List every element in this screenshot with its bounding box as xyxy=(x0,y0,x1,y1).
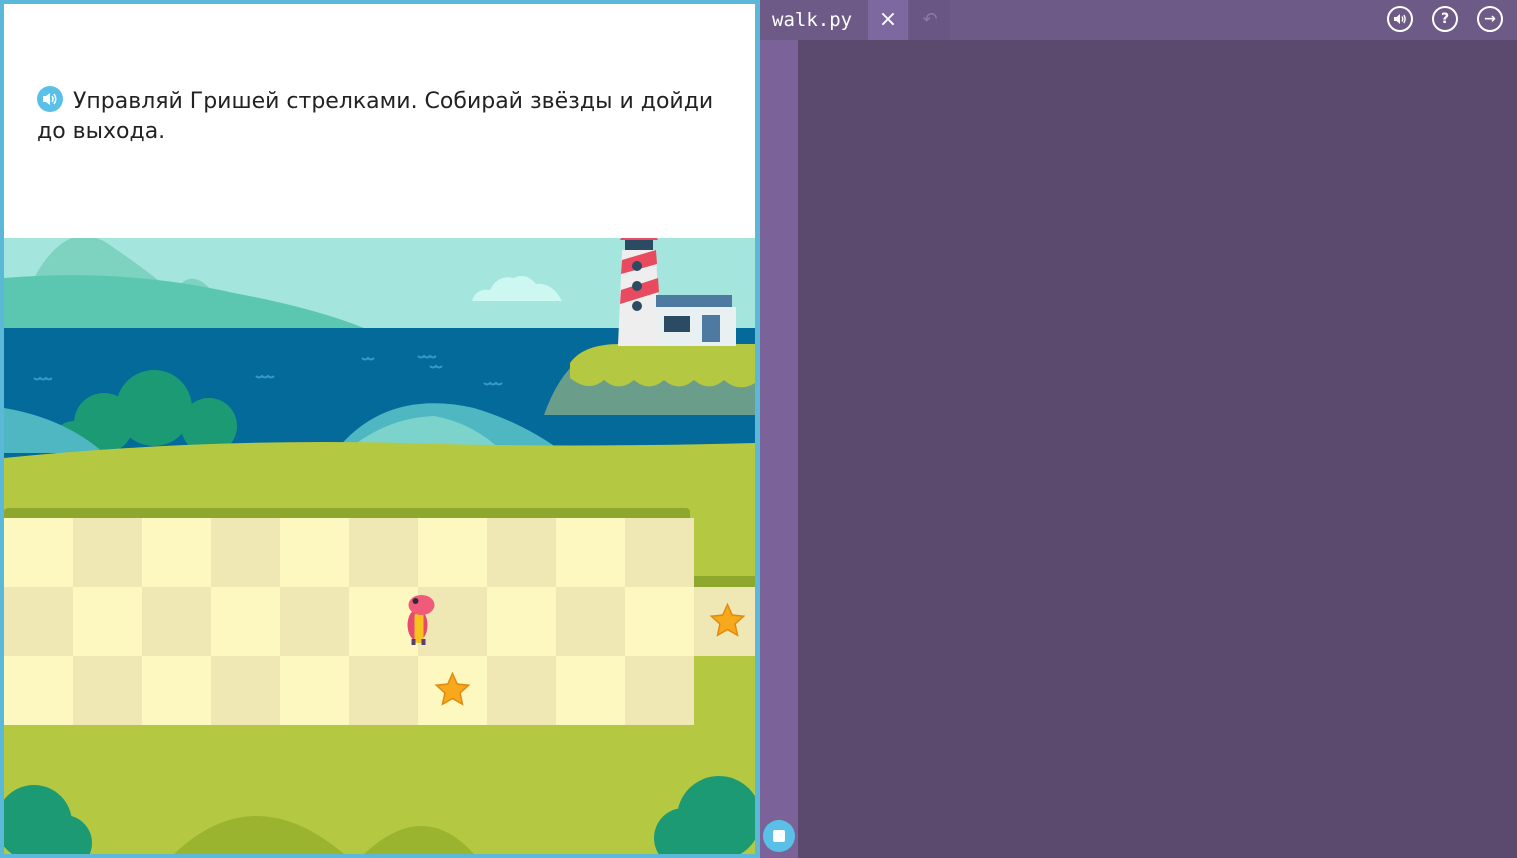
board-grid xyxy=(4,518,755,725)
board-cell xyxy=(349,656,418,725)
board-cell xyxy=(556,518,625,587)
line-gutter xyxy=(760,40,798,858)
board-cell xyxy=(73,587,142,656)
file-tab[interactable]: walk.py xyxy=(760,0,864,40)
board-cell xyxy=(349,518,418,587)
game-panel: Управляй Гришей стрелками. Собирай звёзд… xyxy=(0,0,760,858)
undo-icon[interactable]: ↶ xyxy=(910,0,950,40)
board-cell xyxy=(280,656,349,725)
board-cell xyxy=(73,518,142,587)
board-cell xyxy=(4,587,73,656)
instruction-text: Управляй Гришей стрелками. Собирай звёзд… xyxy=(37,89,714,144)
game-stage: Управляй Гришей стрелками. Собирай звёзд… xyxy=(4,4,755,854)
stop-button[interactable] xyxy=(763,820,795,852)
code-area[interactable] xyxy=(798,40,1517,858)
board-cell xyxy=(418,518,487,587)
lighthouse xyxy=(618,238,660,346)
board-cell xyxy=(556,587,625,656)
board-cell xyxy=(73,656,142,725)
board-cell xyxy=(211,656,280,725)
exit-icon[interactable]: → xyxy=(1477,6,1503,32)
code-editor: walk.py × ↶ ? → xyxy=(760,0,1517,858)
board-cell xyxy=(280,587,349,656)
board-cell xyxy=(142,518,211,587)
speaker-icon[interactable] xyxy=(37,86,63,112)
board-cell xyxy=(625,518,694,587)
board-cell xyxy=(4,518,73,587)
board-cell xyxy=(280,518,349,587)
sound-icon[interactable] xyxy=(1387,6,1413,32)
board-cell xyxy=(349,587,418,656)
board-cell xyxy=(211,518,280,587)
island-grass xyxy=(570,343,755,388)
board-cell xyxy=(487,587,556,656)
editor-tabbar: walk.py × ↶ ? → xyxy=(760,0,1517,40)
task-instruction: Управляй Гришей стрелками. Собирай звёзд… xyxy=(37,86,737,147)
board-cell xyxy=(625,587,694,656)
board-cell xyxy=(487,518,556,587)
help-icon[interactable]: ? xyxy=(1432,6,1458,32)
board-cell xyxy=(142,587,211,656)
game-scene xyxy=(4,238,755,854)
board-cell xyxy=(556,656,625,725)
board-cell xyxy=(4,656,73,725)
board-cell xyxy=(487,656,556,725)
house xyxy=(656,295,736,346)
board-cell xyxy=(142,656,211,725)
close-icon[interactable]: × xyxy=(868,0,908,40)
board-cell xyxy=(625,656,694,725)
board-cell xyxy=(211,587,280,656)
